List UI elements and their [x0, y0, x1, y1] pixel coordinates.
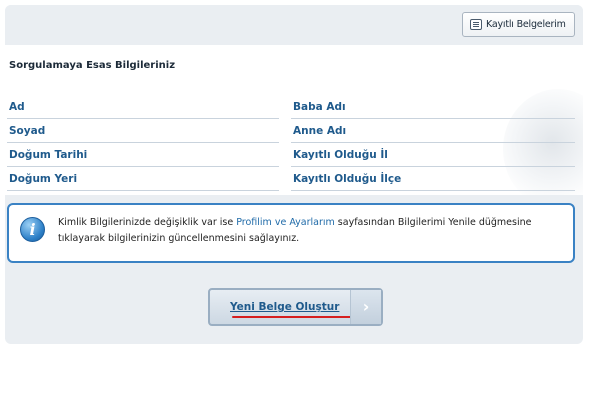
chevron-right-icon: › [350, 290, 381, 324]
row-divider [291, 166, 575, 167]
panel-header: Kayıtlı Belgelerim [5, 5, 583, 47]
field-name: Ad [9, 101, 25, 113]
saved-documents-label: Kayıtlı Belgelerim [486, 19, 566, 30]
field-father-name: Baba Adı [293, 101, 346, 113]
field-registered-province: Kayıtlı Olduğu İl [293, 149, 388, 161]
create-new-document-button[interactable]: Yeni Belge Oluştur › [208, 288, 383, 326]
field-birth-place: Doğum Yeri [9, 173, 78, 185]
section-title: Sorgulamaya Esas Bilgileriniz [9, 60, 176, 71]
info-text-before: Kimlik Bilgilerinizde değişiklik var ise [58, 217, 237, 228]
row-divider [7, 190, 279, 191]
field-surname: Soyad [9, 125, 46, 137]
profile-settings-link[interactable]: Profilim ve Ayarlarım [236, 217, 335, 228]
info-icon: i [20, 217, 45, 242]
row-divider [291, 142, 575, 143]
row-divider [7, 118, 279, 119]
info-message: Kimlik Bilgilerinizde değişiklik var ise… [58, 215, 568, 247]
saved-documents-button[interactable]: Kayıtlı Belgelerim [462, 12, 575, 37]
red-highlight-underline [232, 316, 354, 318]
info-message-box: i Kimlik Bilgilerinizde değişiklik var i… [7, 203, 575, 263]
row-divider [291, 190, 575, 191]
main-panel: Kayıtlı Belgelerim Sorgulamaya Esas Bilg… [5, 5, 583, 344]
field-mother-name: Anne Adı [293, 125, 347, 137]
row-divider [7, 166, 279, 167]
create-new-document-label: Yeni Belge Oluştur [230, 301, 340, 313]
document-list-icon [470, 19, 482, 30]
field-birth-date: Doğum Tarihi [9, 149, 88, 161]
field-registered-district: Kayıtlı Olduğu İlçe [293, 173, 402, 185]
row-divider [7, 142, 279, 143]
personal-info-section: Sorgulamaya Esas Bilgileriniz Ad Baba Ad… [5, 45, 583, 195]
row-divider [291, 118, 575, 119]
